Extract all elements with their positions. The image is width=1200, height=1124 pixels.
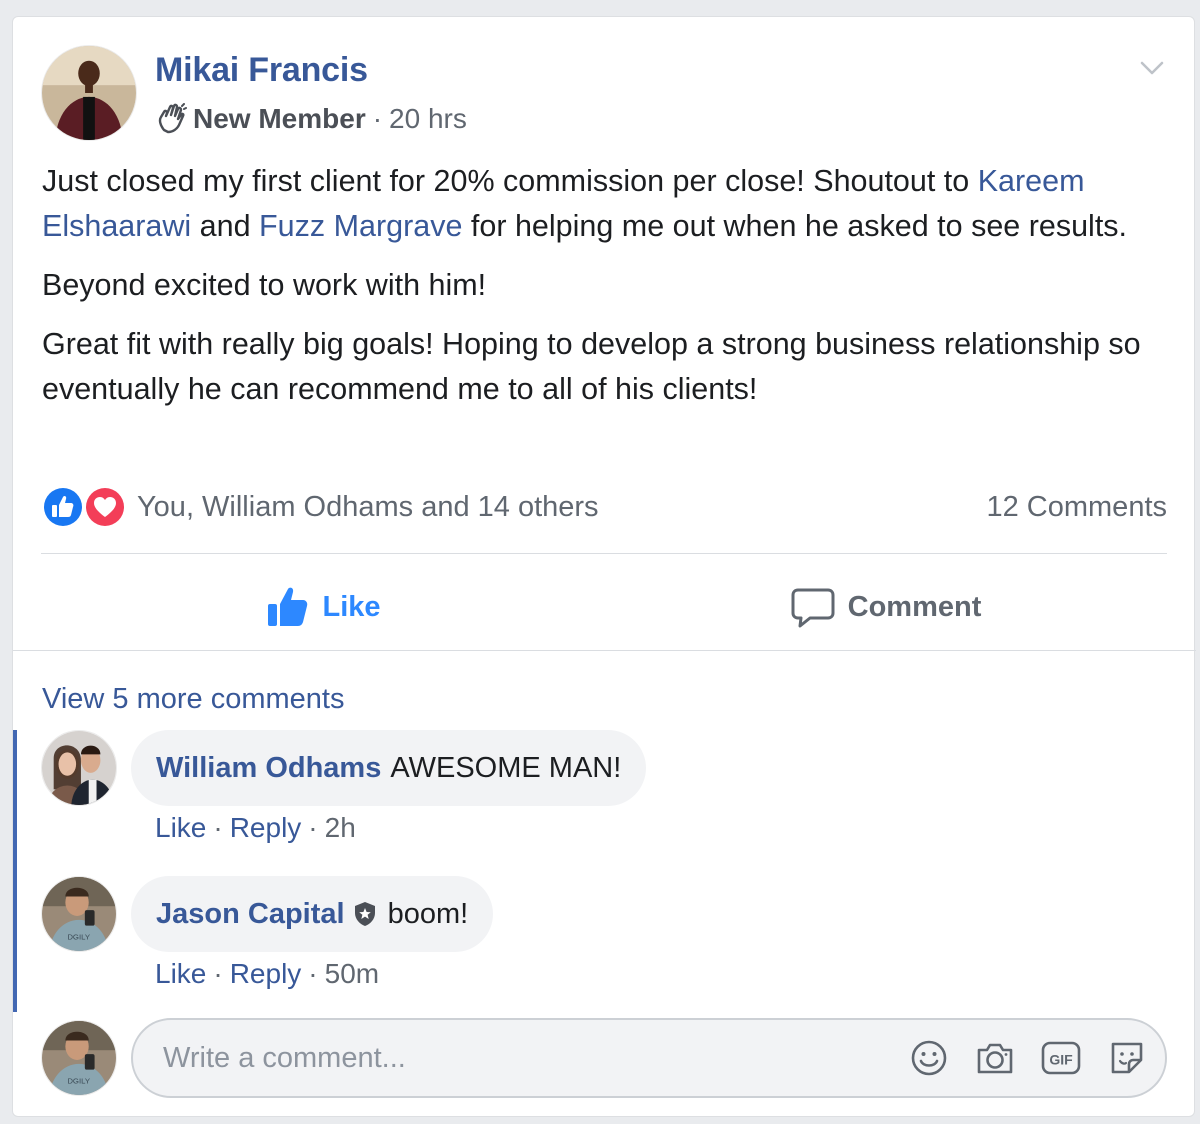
divider: [13, 650, 1196, 651]
post-paragraph-2: Beyond excited to work with him!: [42, 268, 487, 302]
comment-actions: Like · Reply · 2h: [155, 812, 356, 843]
love-reaction-icon: [84, 486, 126, 528]
post-author-name[interactable]: Mikai Francis: [155, 51, 368, 90]
comment-button[interactable]: Comment: [604, 565, 1167, 649]
svg-text:DGILY: DGILY: [67, 1076, 91, 1085]
emoji-icon[interactable]: [907, 1036, 951, 1080]
divider: [41, 553, 1167, 554]
post-paragraph-3: Great fit with really big goals! Hoping …: [42, 327, 1141, 406]
reaction-icons[interactable]: [41, 485, 129, 529]
comment-reply-link[interactable]: Reply: [230, 812, 302, 843]
post-paragraph-1: Just closed my first client for 20% comm…: [42, 164, 1128, 243]
comment-like-link[interactable]: Like: [155, 958, 206, 989]
thumbs-up-icon: [268, 587, 308, 626]
comment-bubble: William Odhams AWESOME MAN!: [131, 730, 647, 806]
reactions-summary: You, William Odhams and 14 others 12 Com…: [41, 485, 1167, 529]
like-button[interactable]: Like: [41, 565, 604, 649]
post-header: Mikai Francis New Member · 20 hrs: [41, 45, 1181, 145]
new-comments-indicator: [13, 730, 17, 1012]
comment-reply-link[interactable]: Reply: [230, 958, 302, 989]
comment-item: DGILY Jason Capital boom! Like · Reply · 50m: [41, 876, 1171, 1006]
speech-bubble-icon: [791, 588, 835, 628]
comment-composer: DGILY GIF: [41, 1018, 1171, 1098]
comment-time[interactable]: 50m: [325, 958, 379, 989]
post-meta: New Member · 20 hrs: [155, 101, 467, 137]
comment-button-label: Comment: [847, 590, 982, 623]
wave-icon: [158, 103, 187, 134]
comment-item: William Odhams AWESOME MAN! Like · Reply · 2…: [41, 730, 1171, 860]
commenter-avatar[interactable]: DGILY: [41, 876, 117, 952]
mention-link[interactable]: Fuzz Margrave: [259, 209, 462, 243]
chevron-down-icon[interactable]: [1137, 53, 1167, 83]
svg-text:GIF: GIF: [1049, 1052, 1073, 1068]
svg-text:DGILY: DGILY: [67, 932, 91, 941]
gif-icon[interactable]: GIF: [1039, 1036, 1083, 1080]
current-user-avatar[interactable]: DGILY: [41, 1020, 117, 1096]
comments-count[interactable]: 12 Comments: [986, 491, 1167, 524]
sticker-icon[interactable]: [1105, 1036, 1149, 1080]
comment-actions: Like · Reply · 50m: [155, 958, 380, 989]
view-more-comments-link[interactable]: View 5 more comments: [42, 683, 344, 716]
post-actions: Like Comment: [41, 565, 1167, 649]
comment-author[interactable]: Jason Capital: [156, 898, 345, 931]
shield-badge-icon: [354, 902, 375, 926]
post-time[interactable]: 20 hrs: [389, 103, 467, 135]
author-avatar[interactable]: [41, 45, 137, 141]
comment-like-link[interactable]: Like: [155, 812, 206, 843]
meta-separator: ·: [372, 103, 383, 134]
post-card: Mikai Francis New Member · 20 hrs Just c…: [12, 16, 1196, 1117]
like-button-label: Like: [322, 590, 381, 623]
comment-author[interactable]: William Odhams: [156, 752, 381, 785]
comment-time[interactable]: 2h: [325, 812, 356, 843]
camera-icon[interactable]: [973, 1036, 1017, 1080]
post-body: Just closed my first client for 20% comm…: [42, 159, 1177, 426]
composer-tools: GIF: [885, 1036, 1149, 1080]
member-badge[interactable]: New Member: [193, 103, 366, 135]
commenter-avatar[interactable]: [41, 730, 117, 806]
comment-text: AWESOME MAN!: [390, 751, 622, 784]
comment-bubble: Jason Capital boom!: [131, 876, 494, 952]
comment-text: boom!: [387, 897, 469, 930]
reactions-text[interactable]: You, William Odhams and 14 others: [137, 491, 599, 524]
like-reaction-icon: [42, 486, 84, 528]
